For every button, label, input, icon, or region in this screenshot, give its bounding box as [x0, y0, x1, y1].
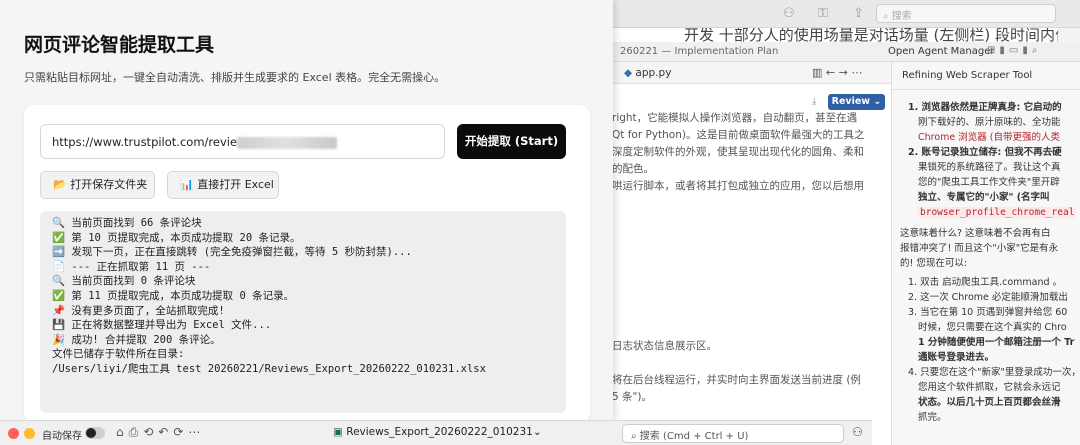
agent-panel-body: 1. 浏览器依然是正牌真身: 它启动的 刚下载好的、原汁原味的、全功能 Chro… — [900, 102, 1080, 423]
chart-icon: 📊 — [180, 178, 194, 191]
upload-icon[interactable]: ⇪ — [853, 6, 864, 21]
log-line: 📄 --- 正在抓取第 11 页 --- — [52, 260, 211, 273]
autosave-label: 自动保存 — [42, 431, 82, 442]
background-doc-strip: 开发 十部分人的使用场量是对话场量 (左侧栏) 段时间内作然 — [612, 28, 1058, 42]
agent-panel-title: Refining Web Scraper Tool — [892, 62, 1080, 90]
python-icon: ◆ — [624, 67, 633, 79]
download-icon[interactable]: ⤓ — [812, 96, 816, 107]
close-window-button[interactable] — [8, 428, 19, 439]
page-title: 网页评论智能提取工具 — [24, 34, 215, 56]
account-icon[interactable]: ⚇ — [852, 425, 863, 439]
excel-search-input[interactable]: ⌕ 搜索 (Cmd + Ctrl + U) — [622, 424, 844, 443]
log-area[interactable]: 🔍 当前页面找到 66 条评论块 ✅ 第 10 页提取完成，本页成功提取 20 条… — [40, 211, 566, 413]
minimize-window-button[interactable] — [24, 428, 35, 439]
log-line: 🔍 当前页面找到 66 条评论块 — [52, 217, 202, 229]
log-line: 🎉 成功! 合并提取 200 条评论。 — [52, 333, 221, 346]
log-line: ➡️ 发现下一页，正在直接跳转 (完全免疫弹窗拦截，等待 5 秒防封禁)... — [52, 246, 412, 259]
tab-app-py[interactable]: ◆ app.py — [624, 67, 671, 79]
document-name[interactable]: ▣ Reviews_Export_20260222_010231⌄ — [333, 426, 542, 438]
url-input[interactable]: https://www.trustpilot.com/revie — [40, 124, 445, 159]
lock-icon[interactable]: ⚿ — [818, 6, 828, 21]
log-line: ✅ 第 10 页提取完成，本页成功提取 20 条记录。 — [52, 231, 301, 244]
log-line: 💾 正在将数据整理并导出为 Excel 文件... — [52, 319, 272, 332]
autosave-toggle[interactable] — [85, 427, 105, 439]
redacted-url-part — [237, 136, 338, 149]
log-line: 文件已储存于软件所在目录: — [52, 348, 185, 361]
log-line: ✅ 第 11 页提取完成，本页成功提取 0 条记录。 — [52, 289, 295, 302]
folder-icon: 📂 — [53, 178, 67, 191]
quick-access-icons[interactable]: ⌂⎙⟲↶⟳⋯ — [116, 425, 205, 440]
excel-icon: ▣ — [333, 426, 343, 438]
open-excel-button[interactable]: 📊 直接打开 Excel — [167, 171, 279, 199]
editor-text-upper: right，它能模拟人操作浏览器，自动翻页，甚至在遇 Qt for Python… — [612, 112, 865, 192]
review-button[interactable]: Review ⌄ — [828, 94, 885, 110]
log-line: /Users/liyi/爬虫工具 test 20260221/Reviews_E… — [52, 362, 486, 375]
open-folder-button[interactable]: 📂 打开保存文件夹 — [40, 171, 155, 199]
ide-editor: ◆ app.py ▥ ← → ⋯ ⤓ Review ⌄ right，它能模拟人操… — [612, 62, 892, 445]
excel-title-bar: 自动保存 ⌂⎙⟲↶⟳⋯ ▣ Reviews_Export_20260222_01… — [0, 420, 872, 445]
layout-icons[interactable]: ⊞▮▭▮⌕ — [987, 45, 1041, 56]
editor-nav-icons[interactable]: ▥ ← → ⋯ — [812, 66, 862, 79]
log-line: 🔍 当前页面找到 0 条评论块 — [52, 275, 196, 288]
agent-panel: Refining Web Scraper Tool 1. 浏览器依然是正牌真身:… — [892, 62, 1080, 445]
log-line: 📌 没有更多页面了，全站抓取完成! — [52, 304, 225, 317]
editor-text-lower: 日志状态信息展示区。 将在后台线程运行，并实时向主界面发送当前进度 (例 5 条… — [612, 340, 861, 403]
ide-title-bar: 260221 — Implementation Plan Open Agent … — [612, 42, 1080, 62]
search-icon: ⌕ — [631, 431, 640, 442]
start-button[interactable]: 开始提取 (Start) — [457, 124, 566, 159]
page-subtitle: 只需粘贴目标网址，一键全自动清洗、排版并生成要求的 Excel 表格。完全无需操… — [24, 71, 446, 84]
agent-manager-link[interactable]: Open Agent Manager — [888, 46, 995, 57]
search-icon: ⌕ — [883, 11, 892, 22]
share-icon[interactable]: ⚇ — [783, 6, 795, 21]
mac-search-input[interactable]: ⌕ 搜索 — [876, 4, 1056, 23]
